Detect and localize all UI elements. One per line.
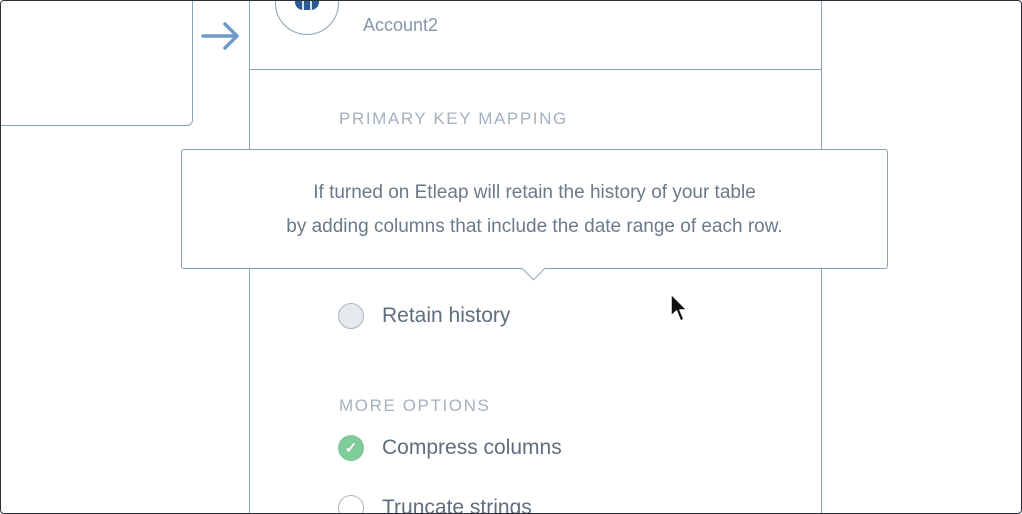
mouse-cursor-icon xyxy=(670,293,688,322)
truncate-strings-radio[interactable] xyxy=(338,495,364,513)
tooltip-line-1: If turned on Etleap will retain the hist… xyxy=(313,182,756,203)
compress-columns-label: Compress columns xyxy=(382,436,562,459)
primary-key-mapping-heading: PRIMARY KEY MAPPING xyxy=(339,109,568,128)
retain-history-tooltip: If turned on Etleap will retain the hist… xyxy=(181,149,888,281)
retain-history-label: Retain history xyxy=(382,304,511,327)
truncate-strings-label: Truncate strings xyxy=(382,496,532,514)
screen-frame: Account2 PRIMARY KEY MAPPING Retain hist… xyxy=(0,0,1022,514)
retain-history-option[interactable]: Retain history xyxy=(338,303,510,329)
truncate-strings-option[interactable]: Truncate strings xyxy=(338,495,532,514)
compress-columns-option[interactable]: ✓ Compress columns xyxy=(338,435,562,461)
tooltip-line-2: by adding columns that include the date … xyxy=(286,216,783,237)
account-row[interactable]: Account2 xyxy=(250,1,821,70)
account-name: Account2 xyxy=(363,15,439,35)
checkmark-icon[interactable]: ✓ xyxy=(338,435,364,461)
retain-history-radio[interactable] xyxy=(338,303,364,329)
database-icon xyxy=(275,1,339,35)
more-options-heading: MORE OPTIONS xyxy=(339,396,491,415)
source-card[interactable] xyxy=(1,1,193,126)
right-arrow-icon xyxy=(201,22,239,50)
